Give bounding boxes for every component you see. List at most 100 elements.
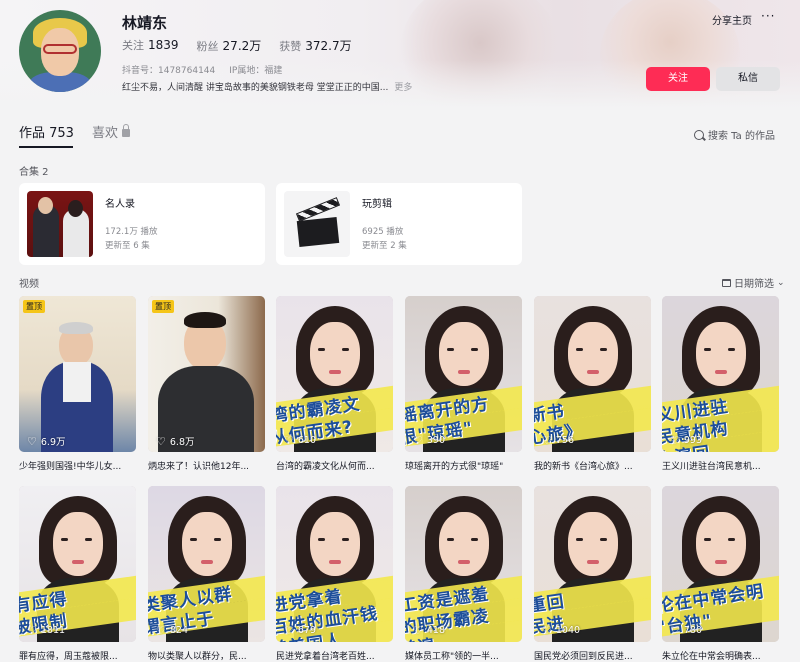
date-filter-label: 日期筛选 bbox=[734, 279, 774, 290]
likes-stat: 获赞 372.7万 bbox=[279, 37, 351, 54]
heart-icon: ♡ bbox=[156, 624, 166, 637]
like-count-text: 390 bbox=[426, 435, 446, 446]
like-count-text: 756 bbox=[555, 435, 575, 446]
heart-icon: ♡ bbox=[413, 624, 423, 637]
collection-card[interactable]: 玩剪辑 6925 播放 更新至 2 集 bbox=[276, 183, 522, 265]
video-title[interactable]: 琼瑶离开的方式很"琼瑶" bbox=[405, 459, 522, 472]
video-title[interactable]: 物以类聚人以群分，民... bbox=[148, 649, 265, 662]
heart-icon: ♡ bbox=[284, 434, 294, 447]
video-like-count: ♡ 679 bbox=[284, 624, 316, 637]
video-title[interactable]: 罪有应得，周玉蔻被限... bbox=[19, 649, 136, 662]
videos-label: 视频 bbox=[19, 279, 39, 290]
heart-icon: ♡ bbox=[284, 624, 294, 637]
video-thumbnail: 瑶离开的方 很"琼瑶" bbox=[405, 296, 522, 452]
likes-label: 获赞 bbox=[279, 40, 302, 53]
likes-count: 372.7万 bbox=[305, 39, 352, 53]
video-like-count: ♡ 993 bbox=[670, 434, 702, 447]
share-profile-button[interactable]: 分享主页 bbox=[712, 12, 752, 27]
like-count-text: 418 bbox=[426, 625, 446, 636]
tab-likes[interactable]: 喜欢 bbox=[92, 122, 130, 141]
collections-label: 合集 2 bbox=[19, 167, 49, 178]
video-thumbnail: 重回 民进 bbox=[534, 486, 651, 642]
video-title[interactable]: 炳忠来了！认识他12年... bbox=[148, 459, 265, 472]
like-count-text: 610 bbox=[297, 435, 317, 446]
heart-icon: ♡ bbox=[542, 434, 552, 447]
like-count-text: 993 bbox=[683, 435, 703, 446]
heart-icon: ♡ bbox=[670, 434, 680, 447]
fans-stat[interactable]: 粉丝 27.2万 bbox=[197, 37, 262, 54]
profile-bio: 红尘不易，人间清醒 讲宝岛故事的美貌钢铁老母 堂堂正正的中国... 更多 bbox=[122, 80, 412, 93]
heart-icon: ♡ bbox=[156, 434, 166, 448]
fans-label: 粉丝 bbox=[196, 40, 219, 53]
clapperboard-icon bbox=[284, 191, 350, 257]
video-like-count: ♡ 6.9万 bbox=[27, 434, 66, 449]
like-count-text: 6.8万 bbox=[169, 437, 195, 448]
video-thumbnail: 类聚人以群 谓言止于 bbox=[148, 486, 265, 642]
collection-title: 玩剪辑 bbox=[362, 199, 392, 210]
collection-plays: 6925 播放 bbox=[362, 227, 404, 237]
video-thumbnail: 义川进驻民意机构上演回 bbox=[662, 296, 779, 452]
bio-text: 红尘不易，人间清醒 讲宝岛故事的美貌钢铁老母 堂堂正正的中国... bbox=[122, 83, 389, 93]
heart-icon: ♡ bbox=[413, 434, 423, 447]
video-thumbnail bbox=[19, 296, 136, 452]
video-title[interactable]: 少年强则国强!中华儿女... bbox=[19, 459, 136, 472]
collection-card[interactable]: 名人录 172.1万 播放 更新至 6 集 bbox=[19, 183, 265, 265]
profile-name: 林靖东 bbox=[122, 14, 168, 32]
video-like-count: ♡ 780 bbox=[670, 624, 702, 637]
collection-thumbnail bbox=[27, 191, 93, 257]
heart-icon: ♡ bbox=[670, 624, 680, 637]
video-thumbnail: 工资是遮羞的职场霸凌普遍 bbox=[405, 486, 522, 642]
pinned-badge: 置顶 bbox=[23, 300, 45, 313]
video-like-count: ♡ 1040 bbox=[542, 624, 580, 637]
video-like-count: ♡ 6.8万 bbox=[156, 434, 195, 449]
like-count-text: 6.9万 bbox=[40, 437, 66, 448]
video-title[interactable]: 民进党拿着台湾老百姓... bbox=[276, 649, 393, 662]
search-works[interactable]: 搜索 Ta 的作品 bbox=[694, 127, 775, 142]
like-count-text: 780 bbox=[683, 625, 703, 636]
video-title[interactable]: 朱立伦在中常会明确表... bbox=[662, 649, 779, 662]
like-count-text: 824 bbox=[169, 625, 189, 636]
video-like-count: ♡ 418 bbox=[413, 624, 445, 637]
profile-tabs: 作品 753 喜欢 bbox=[19, 122, 130, 141]
like-count-text: 1811 bbox=[40, 625, 66, 636]
profile-stats: 关注 1839 粉丝 27.2万 获赞 372.7万 bbox=[122, 37, 352, 54]
video-title[interactable]: 国民党必须回到反民进... bbox=[534, 649, 651, 662]
search-works-label: 搜索 Ta 的作品 bbox=[708, 131, 775, 142]
video-title[interactable]: 我的新书《台湾心旅》... bbox=[534, 459, 651, 472]
following-label: 关注 bbox=[122, 39, 144, 52]
tab-works[interactable]: 作品 753 bbox=[19, 122, 74, 141]
collection-updated: 更新至 6 集 bbox=[105, 241, 150, 251]
calendar-icon bbox=[722, 278, 731, 287]
tab-likes-label: 喜欢 bbox=[91, 126, 118, 141]
video-thumbnail: 新书 心旅》 bbox=[534, 296, 651, 452]
following-stat[interactable]: 关注 1839 bbox=[122, 37, 179, 54]
heart-icon: ♡ bbox=[27, 624, 37, 637]
video-title[interactable]: 媒体员工称"领的一半... bbox=[405, 649, 522, 662]
chevron-down-icon: ⌄ bbox=[777, 277, 785, 288]
collection-plays: 172.1万 播放 bbox=[105, 227, 158, 237]
douyin-id: 抖音号：1478764144 bbox=[122, 66, 216, 76]
message-button[interactable]: 私信 bbox=[716, 67, 780, 91]
heart-icon: ♡ bbox=[27, 434, 37, 448]
video-title[interactable]: 王义川进驻台湾民意机... bbox=[662, 459, 779, 472]
lock-icon bbox=[121, 124, 130, 137]
ip-location: IP属地：福建 bbox=[229, 66, 283, 76]
video-thumbnail bbox=[148, 296, 265, 452]
video-thumbnail: 湾的霸凌文 从何而来? bbox=[276, 296, 393, 452]
video-like-count: ♡ 390 bbox=[413, 434, 445, 447]
more-menu-button[interactable]: ··· bbox=[761, 9, 775, 23]
avatar[interactable] bbox=[19, 10, 101, 92]
pinned-badge: 置顶 bbox=[152, 300, 174, 313]
video-like-count: ♡ 610 bbox=[284, 434, 316, 447]
video-thumbnail: 伦在中常会明 "台独" bbox=[662, 486, 779, 642]
like-count-text: 1040 bbox=[555, 625, 581, 636]
fans-count: 27.2万 bbox=[222, 39, 262, 53]
search-icon bbox=[694, 129, 704, 140]
follow-button[interactable]: 关注 bbox=[646, 67, 710, 91]
following-count: 1839 bbox=[148, 38, 179, 52]
bio-more-link[interactable]: 更多 bbox=[394, 83, 412, 93]
date-filter[interactable]: 日期筛选 ⌄ bbox=[722, 275, 785, 290]
video-like-count: ♡ 824 bbox=[156, 624, 188, 637]
video-title[interactable]: 台湾的霸凌文化从何而... bbox=[276, 459, 393, 472]
video-like-count: ♡ 1811 bbox=[27, 624, 65, 637]
